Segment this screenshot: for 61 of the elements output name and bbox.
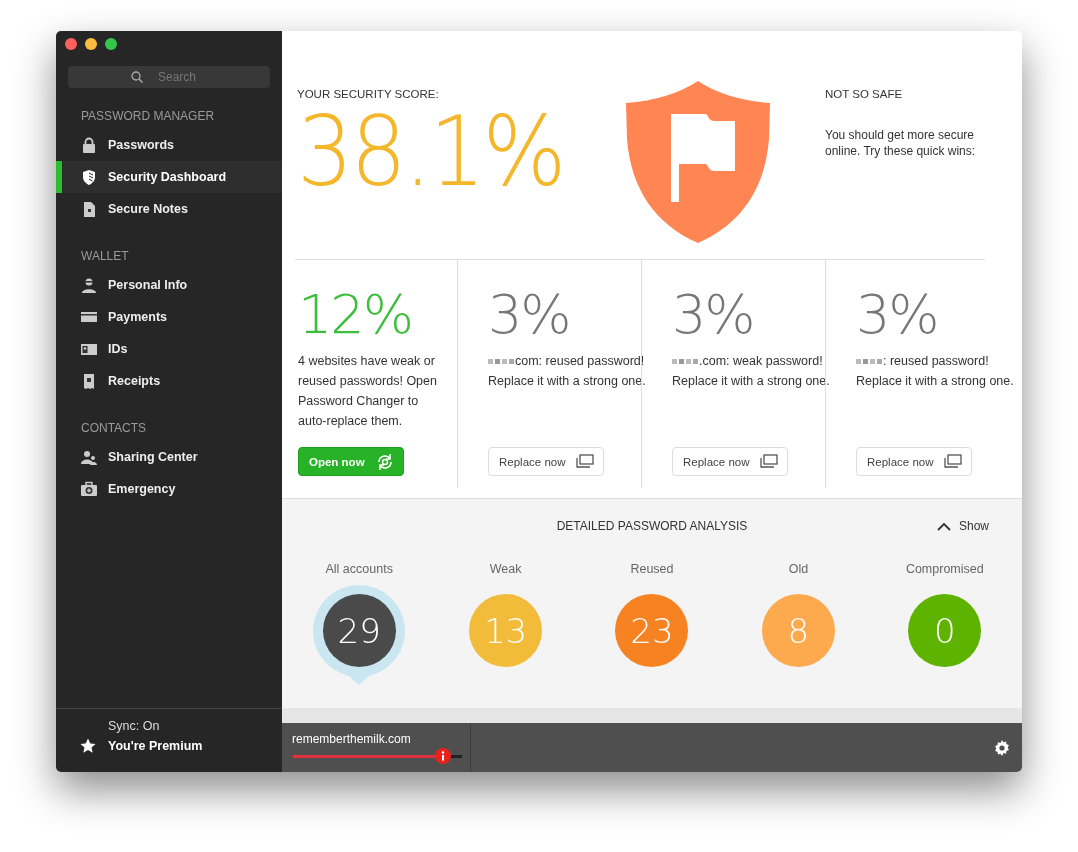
shield-icon [81, 169, 97, 185]
quick-win-text: 4 websites have weak or reused passwords! Open Password Changer to auto-replace them. [298, 353, 438, 430]
replace-now-button[interactable]: Replace now [856, 447, 973, 476]
quick-win-text: com: reused password! Replace it with a strong one. [488, 353, 647, 390]
replace-now-button[interactable]: Replace now [672, 447, 789, 476]
quick-win-text: .com: weak password! Replace it with a strong one. [672, 353, 831, 390]
premium-label: You're Premium [108, 739, 203, 753]
sidebar-item[interactable]: Payments [56, 301, 282, 333]
category-label: Weak [489, 562, 522, 576]
sidebar-item[interactable]: Passwords [56, 129, 282, 161]
shield-flag-icon [625, 79, 771, 243]
sync-status: Sync: On [107, 719, 161, 733]
card-icon [81, 309, 97, 325]
site-name: rememberthemilk.com [292, 732, 412, 746]
sidebar-item[interactable]: Secure Notes [56, 193, 282, 225]
receipt-icon [81, 373, 97, 389]
chevron-up-icon [936, 521, 951, 531]
percentage: 3% [856, 288, 939, 342]
windows-icon [943, 452, 964, 471]
replace-now-button[interactable]: Replace now [488, 447, 605, 476]
info-icon [435, 748, 452, 764]
sidebar-item[interactable]: IDs [56, 333, 282, 365]
sidebar-item[interactable]: Personal Info [56, 269, 282, 301]
category-label: Compromised [905, 562, 984, 576]
windows-icon [759, 452, 780, 471]
redacted-site-mark [672, 359, 698, 365]
category-label: All accounts [325, 562, 393, 576]
score-message: You should get more secure online. Try these quick wins: [825, 127, 977, 159]
percentage: 12% [298, 288, 414, 342]
sidebar-item[interactable]: Receipts [56, 365, 282, 397]
score-label: YOUR SECURITY SCORE: [297, 88, 440, 100]
section-heading: PASSWORD MANAGER [80, 108, 216, 125]
first-aid-kit-icon [81, 481, 97, 497]
settings-icon[interactable] [994, 739, 1010, 756]
section-heading: WALLET [80, 248, 130, 265]
sidebar-item[interactable]: Sharing Center [56, 441, 282, 473]
quick-win-text: : reused password! Replace it with a strong one. [856, 353, 1015, 390]
percentage: 3% [672, 288, 755, 342]
security-score: 38.1% [297, 104, 565, 200]
windows-icon [575, 452, 596, 471]
percentage: 3% [488, 288, 571, 342]
lock-icon [81, 137, 97, 153]
redacted-site-mark [856, 359, 882, 365]
section-heading: CONTACTS [80, 420, 148, 437]
sidebar-item[interactable]: Emergency [56, 473, 282, 505]
close-button[interactable] [65, 38, 77, 50]
show-toggle[interactable]: Show [930, 518, 995, 534]
safety-status: NOT SO SAFE [825, 88, 904, 100]
sidebar-item[interactable]: Security Dashboard [56, 161, 282, 193]
minimize-button[interactable] [85, 38, 97, 50]
person-icon [81, 277, 97, 293]
category-label: Old [788, 562, 809, 576]
id-card-icon [81, 341, 97, 357]
category-label: Reused [630, 562, 674, 576]
note-icon [81, 201, 97, 217]
analysis-title: DETAILED PASSWORD ANALYSIS [556, 519, 748, 533]
redacted-site-mark [488, 359, 514, 365]
search-field[interactable]: Search [68, 66, 270, 88]
star-icon [80, 738, 96, 754]
zoom-button[interactable] [105, 38, 117, 50]
people-icon [81, 449, 97, 465]
